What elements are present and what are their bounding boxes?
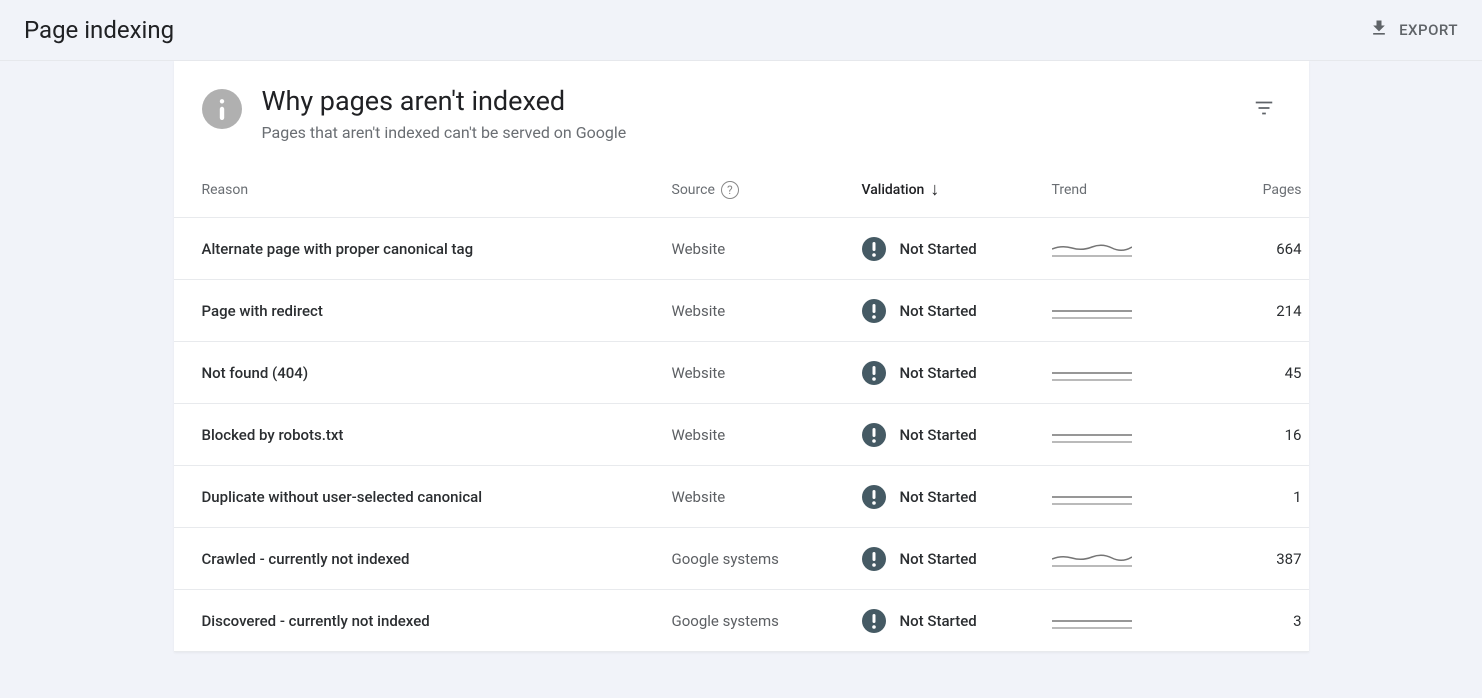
- cell-source: Website: [672, 426, 862, 444]
- validation-status: Not Started: [900, 426, 977, 444]
- card-header: Why pages aren't indexed Pages that aren…: [174, 61, 1309, 162]
- table-row[interactable]: Page with redirectWebsite Not Started 214: [174, 280, 1309, 342]
- validation-status: Not Started: [900, 550, 977, 568]
- col-pages[interactable]: Pages: [1192, 182, 1302, 198]
- validation-status: Not Started: [900, 364, 977, 382]
- cell-validation: Not Started: [862, 547, 1052, 571]
- table-row[interactable]: Discovered - currently not indexedGoogle…: [174, 590, 1309, 652]
- cell-validation: Not Started: [862, 423, 1052, 447]
- cell-validation: Not Started: [862, 361, 1052, 385]
- cell-reason: Blocked by robots.txt: [202, 426, 672, 444]
- col-source[interactable]: Source ?: [672, 181, 862, 199]
- cell-validation: Not Started: [862, 609, 1052, 633]
- cell-reason: Not found (404): [202, 364, 672, 382]
- page-header: Page indexing EXPORT: [0, 0, 1482, 61]
- exclamation-icon: [862, 547, 886, 571]
- exclamation-icon: [862, 361, 886, 385]
- table-body: Alternate page with proper canonical tag…: [174, 218, 1309, 652]
- table-row[interactable]: Duplicate without user-selected canonica…: [174, 466, 1309, 528]
- cell-pages: 16: [1192, 426, 1302, 444]
- help-icon[interactable]: ?: [721, 181, 739, 199]
- col-reason[interactable]: Reason: [202, 182, 672, 198]
- col-validation-label: Validation: [862, 182, 925, 198]
- table-row[interactable]: Crawled - currently not indexedGoogle sy…: [174, 528, 1309, 590]
- exclamation-icon: [862, 485, 886, 509]
- cell-trend: [1052, 487, 1192, 507]
- cell-source: Google systems: [672, 550, 862, 568]
- cell-trend: [1052, 239, 1192, 259]
- cell-source: Website: [672, 240, 862, 258]
- card-title: Why pages aren't indexed: [262, 85, 1227, 117]
- col-source-label: Source: [672, 182, 715, 198]
- sort-down-icon: ↓: [930, 179, 939, 200]
- cell-reason: Discovered - currently not indexed: [202, 612, 672, 630]
- cell-source: Website: [672, 364, 862, 382]
- cell-pages: 214: [1192, 302, 1302, 320]
- indexing-card: Why pages aren't indexed Pages that aren…: [174, 61, 1309, 652]
- exclamation-icon: [862, 299, 886, 323]
- table-row[interactable]: Alternate page with proper canonical tag…: [174, 218, 1309, 280]
- exclamation-icon: [862, 423, 886, 447]
- cell-reason: Crawled - currently not indexed: [202, 550, 672, 568]
- export-button[interactable]: EXPORT: [1369, 18, 1458, 42]
- table-row[interactable]: Not found (404)Website Not Started 45: [174, 342, 1309, 404]
- info-icon: [202, 89, 242, 129]
- exclamation-icon: [862, 609, 886, 633]
- validation-status: Not Started: [900, 488, 977, 506]
- col-trend[interactable]: Trend: [1052, 182, 1192, 198]
- reasons-table: Reason Source ? Validation ↓ Trend Pages…: [174, 162, 1309, 652]
- cell-reason: Duplicate without user-selected canonica…: [202, 488, 672, 506]
- card-titles: Why pages aren't indexed Pages that aren…: [262, 85, 1227, 142]
- cell-trend: [1052, 549, 1192, 569]
- exclamation-icon: [862, 237, 886, 261]
- cell-trend: [1052, 301, 1192, 321]
- cell-validation: Not Started: [862, 299, 1052, 323]
- cell-pages: 664: [1192, 240, 1302, 258]
- table-header-row: Reason Source ? Validation ↓ Trend Pages: [174, 162, 1309, 218]
- cell-validation: Not Started: [862, 237, 1052, 261]
- cell-pages: 387: [1192, 550, 1302, 568]
- page-title: Page indexing: [24, 16, 174, 44]
- col-validation[interactable]: Validation ↓: [862, 179, 1052, 200]
- filter-button[interactable]: [1247, 91, 1281, 129]
- cell-reason: Alternate page with proper canonical tag: [202, 240, 672, 258]
- cell-pages: 3: [1192, 612, 1302, 630]
- validation-status: Not Started: [900, 302, 977, 320]
- cell-trend: [1052, 425, 1192, 445]
- table-row[interactable]: Blocked by robots.txtWebsite Not Started 1…: [174, 404, 1309, 466]
- download-icon: [1369, 18, 1389, 42]
- cell-validation: Not Started: [862, 485, 1052, 509]
- cell-pages: 1: [1192, 488, 1302, 506]
- cell-trend: [1052, 611, 1192, 631]
- cell-trend: [1052, 363, 1192, 383]
- validation-status: Not Started: [900, 612, 977, 630]
- cell-source: Google systems: [672, 612, 862, 630]
- card-subtitle: Pages that aren't indexed can't be serve…: [262, 123, 1227, 142]
- validation-status: Not Started: [900, 240, 977, 258]
- cell-source: Website: [672, 488, 862, 506]
- export-label: EXPORT: [1399, 21, 1458, 39]
- cell-source: Website: [672, 302, 862, 320]
- cell-reason: Page with redirect: [202, 302, 672, 320]
- cell-pages: 45: [1192, 364, 1302, 382]
